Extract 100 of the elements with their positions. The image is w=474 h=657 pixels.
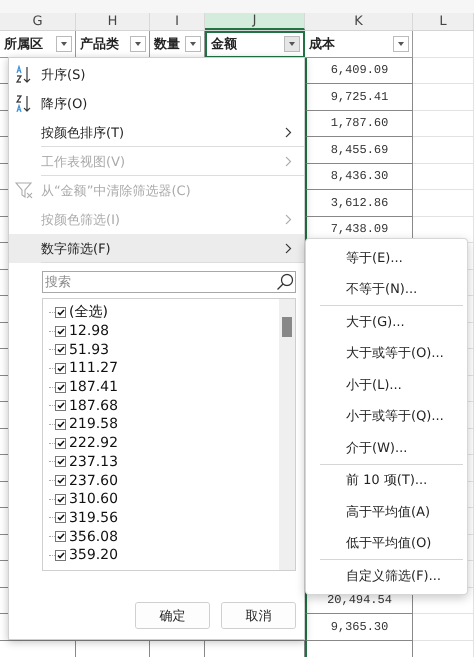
check-icon (56, 346, 64, 354)
sheet-cell (413, 110, 474, 137)
cost-cell-value: 9,365.30 (330, 620, 388, 634)
submenu-item[interactable]: 小于或等于(Q)... (306, 400, 467, 432)
value-label: 51.93 (69, 342, 110, 358)
submenu-item[interactable]: 大于或等于(O)... (306, 338, 467, 369)
cost-cell-value: 3,612.86 (330, 196, 388, 210)
sheet-cell (413, 614, 474, 640)
submenu-item[interactable]: 自定义筛选(F)... (306, 560, 467, 592)
header-label: 产品类 (80, 36, 119, 53)
scrollbar[interactable] (279, 299, 295, 570)
sheet-cell (413, 58, 474, 84)
checkbox[interactable] (55, 418, 66, 430)
search-icon (276, 273, 294, 291)
check-icon (56, 458, 64, 466)
check-icon (56, 420, 64, 428)
checkbox[interactable] (55, 344, 66, 356)
sheet-cell (413, 31, 474, 58)
column-header[interactable]: H (76, 13, 150, 30)
menu-item[interactable]: 降序(O) (9, 89, 304, 118)
search-field[interactable]: 搜索 (42, 271, 296, 293)
checkbox[interactable] (55, 456, 66, 468)
cost-cell-value: 1,787.60 (330, 116, 388, 130)
cost-cell-value: 9,725.41 (330, 90, 388, 104)
filter-dropdown-button[interactable] (185, 36, 201, 52)
checkbox[interactable] (55, 531, 66, 542)
chevron-right-icon (285, 156, 292, 167)
checkbox[interactable] (55, 475, 66, 486)
value-label: 359.20 (69, 547, 118, 564)
value-label: 12.98 (69, 323, 110, 340)
value-label: 187.41 (69, 379, 118, 396)
checkbox[interactable] (55, 362, 66, 374)
check-icon (56, 514, 64, 522)
ok-button[interactable]: 确定 (135, 602, 210, 629)
caret-icon (61, 42, 67, 46)
caret-icon (135, 42, 141, 46)
submenu-item[interactable]: 高于平均值(A) (306, 496, 467, 528)
sheet-cell (413, 164, 474, 190)
checkbox[interactable] (55, 326, 66, 337)
checkbox[interactable] (55, 382, 66, 393)
check-icon (56, 496, 64, 503)
check-icon (56, 364, 64, 372)
check-icon (56, 308, 64, 316)
check-icon (56, 384, 64, 391)
value-label: 310.60 (69, 491, 118, 508)
chevron-right-icon (285, 243, 292, 254)
filter-dropdown-button[interactable] (130, 36, 146, 52)
value-label: 219.58 (69, 416, 118, 432)
menu-item[interactable]: 升序(S) (9, 60, 304, 89)
check-icon (56, 477, 64, 484)
scrollbar-thumb[interactable] (282, 317, 292, 337)
cost-cell-value: 20,494.54 (327, 593, 392, 608)
submenu-item[interactable]: 等于(E)... (306, 242, 467, 274)
cost-cell-value: 7,438.09 (330, 222, 388, 236)
submenu-item[interactable]: 小于(L)... (306, 369, 467, 400)
filter-dropdown-button[interactable] (284, 36, 300, 52)
submenu-item[interactable]: 介于(W)... (306, 432, 467, 464)
filter-dropdown-button[interactable] (393, 36, 409, 52)
value-label: 237.60 (69, 472, 118, 489)
column-header[interactable]: K (305, 13, 413, 30)
header-label: 金额 (211, 36, 237, 54)
caret-icon (190, 42, 196, 46)
checkbox[interactable] (55, 306, 66, 318)
cancel-button[interactable]: 取消 (221, 602, 296, 629)
filter-dropdown-button[interactable] (56, 36, 72, 52)
value-label: 187.68 (69, 398, 118, 414)
column-header[interactable]: J (205, 13, 305, 30)
checkbox[interactable] (55, 550, 66, 561)
clear-filter-icon (15, 182, 35, 200)
value-label: 222.92 (69, 435, 118, 452)
value-label: 356.08 (69, 528, 118, 545)
value-label: 237.13 (69, 454, 118, 470)
check-icon (56, 402, 64, 410)
cost-cell-value: 6,409.09 (330, 63, 388, 78)
check-icon (56, 552, 64, 559)
checkbox[interactable] (55, 512, 66, 524)
column-header[interactable]: L (413, 13, 474, 30)
chevron-right-icon (285, 214, 292, 225)
checkbox[interactable] (55, 400, 66, 412)
menu-item[interactable]: 按颜色排序(T) (9, 118, 304, 147)
check-icon (56, 440, 64, 447)
caret-icon (289, 42, 295, 46)
header-label: 数量 (154, 36, 180, 53)
column-header[interactable]: G (0, 13, 76, 30)
checkbox[interactable] (55, 438, 66, 449)
sheet-cell (413, 137, 474, 164)
value-label: 319.56 (69, 510, 118, 526)
check-icon (56, 328, 64, 335)
sheet-cell (413, 190, 474, 216)
submenu-item[interactable]: 大于(G)... (306, 306, 467, 338)
chevron-right-icon (285, 127, 292, 138)
value-label: (全选) (69, 303, 108, 322)
checkbox[interactable] (55, 494, 66, 505)
value-label: 111.27 (69, 360, 118, 376)
menu-item[interactable]: 数字筛选(F) (9, 234, 304, 263)
cost-cell-value: 8,436.30 (330, 169, 388, 184)
header-label: 成本 (309, 36, 335, 53)
submenu-item[interactable]: 不等于(N)... (306, 274, 467, 305)
submenu-item[interactable]: 低于平均值(O) (306, 528, 467, 559)
submenu-item[interactable]: 前 10 项(T)... (306, 464, 467, 496)
